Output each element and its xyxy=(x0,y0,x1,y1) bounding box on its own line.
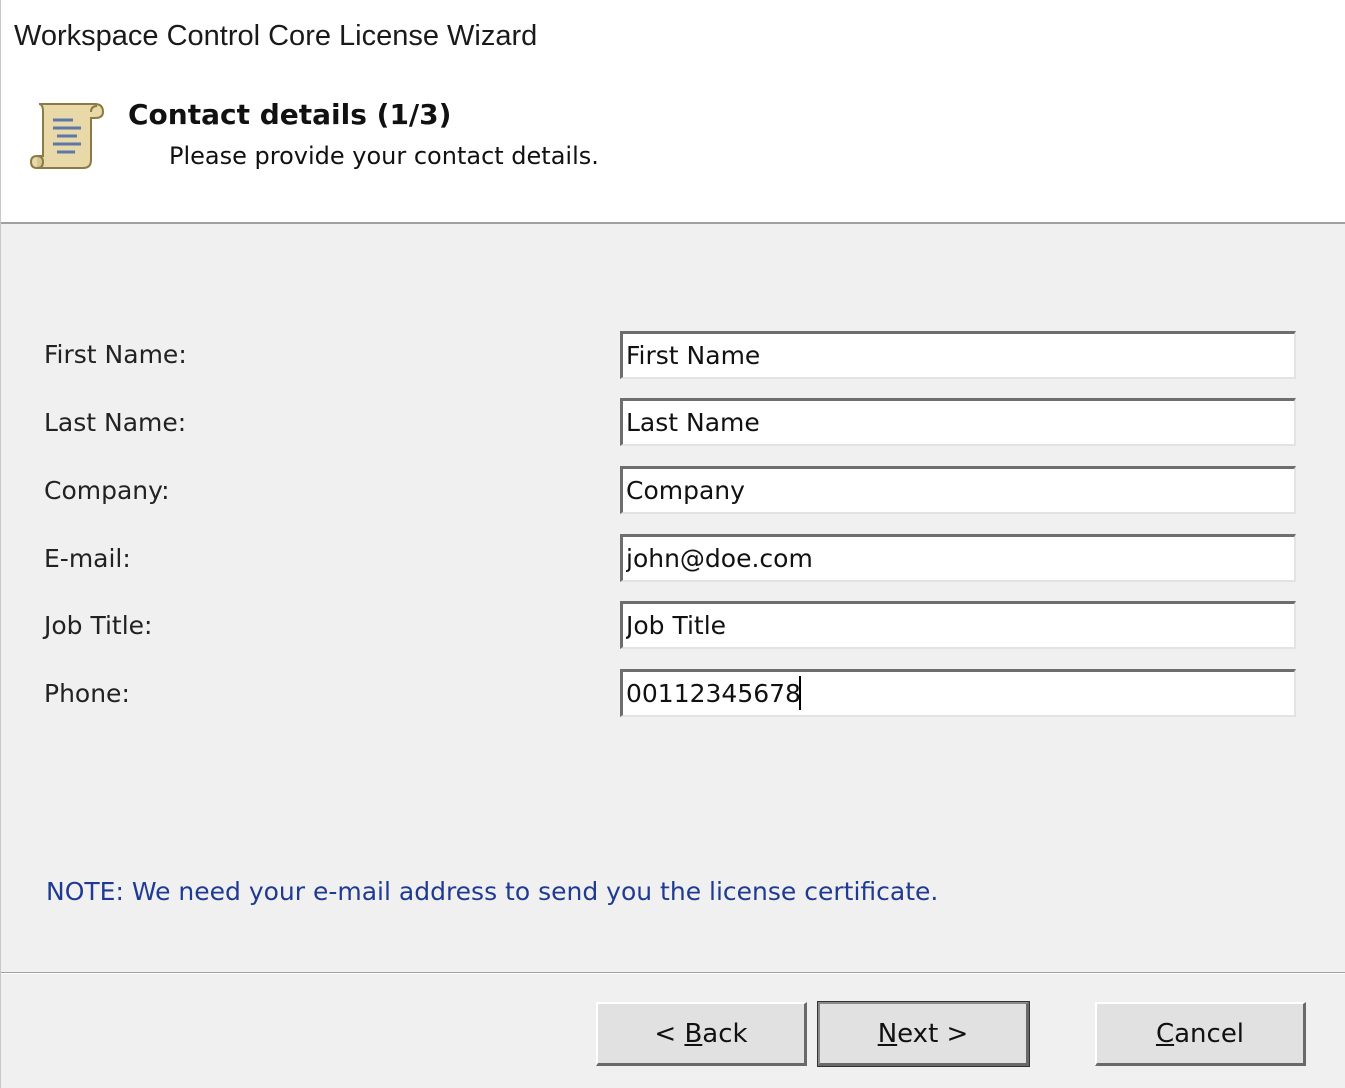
wizard-header: Contact details (1/3) Please provide you… xyxy=(1,80,1345,224)
title-bar: Workspace Control Core License Wizard xyxy=(1,0,1345,80)
scroll-icon xyxy=(29,103,105,169)
next-button[interactable]: Next > xyxy=(817,1001,1030,1067)
email-label: E-mail: xyxy=(44,544,131,573)
next-button-rest: ext > xyxy=(897,1018,969,1049)
first-name-label: First Name: xyxy=(44,340,187,369)
next-button-accel: N xyxy=(877,1018,898,1049)
cancel-button-rest: ancel xyxy=(1174,1018,1245,1049)
first-name-field[interactable] xyxy=(620,331,1296,379)
phone-label: Phone: xyxy=(44,679,130,708)
cancel-button-accel: C xyxy=(1155,1018,1175,1049)
cancel-button[interactable]: Cancel xyxy=(1095,1002,1306,1066)
footer-divider xyxy=(1,972,1345,974)
back-button-rest: ack xyxy=(702,1018,748,1049)
window-title: Workspace Control Core License Wizard xyxy=(14,20,538,52)
email-field[interactable] xyxy=(620,534,1296,582)
job-title-label: Job Title: xyxy=(44,611,153,640)
last-name-label: Last Name: xyxy=(44,408,187,437)
back-button-accel: B xyxy=(684,1018,703,1049)
email-note: NOTE: We need your e-mail address to sen… xyxy=(46,877,939,906)
company-field[interactable] xyxy=(620,466,1296,514)
job-title-field[interactable] xyxy=(620,601,1296,649)
back-button[interactable]: < Back xyxy=(596,1002,807,1066)
license-wizard-window: Workspace Control Core License Wizard Co… xyxy=(0,0,1345,1088)
phone-field[interactable] xyxy=(620,669,1296,717)
page-title: Contact details (1/3) xyxy=(128,98,452,131)
last-name-field[interactable] xyxy=(620,398,1296,446)
company-label: Company: xyxy=(44,476,170,505)
page-subtitle: Please provide your contact details. xyxy=(169,142,599,170)
text-caret xyxy=(799,676,801,710)
back-button-prefix: < xyxy=(654,1018,685,1049)
